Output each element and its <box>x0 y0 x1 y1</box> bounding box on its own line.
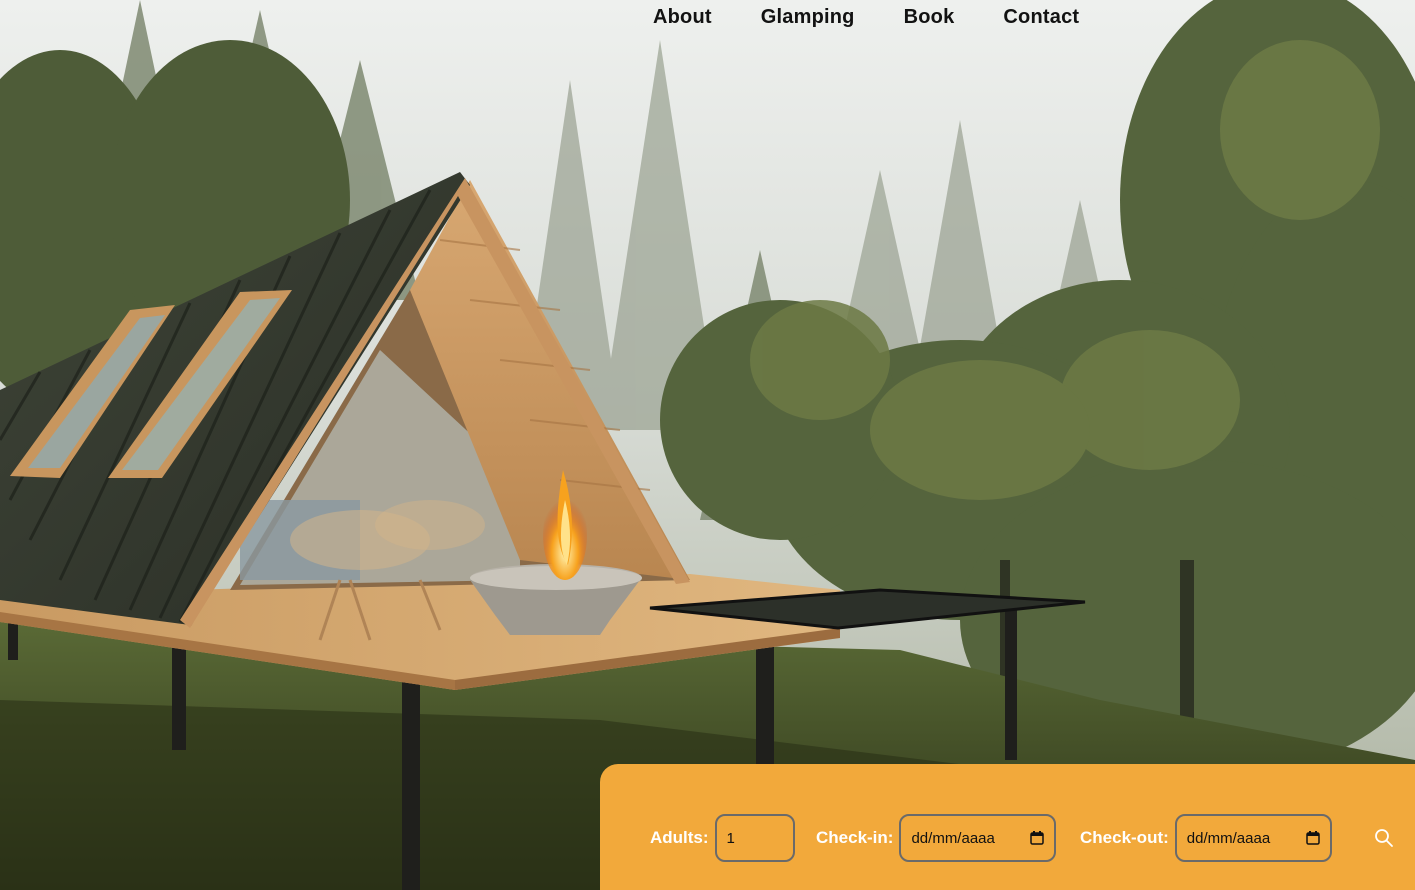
main-nav: About Glamping Book Contact <box>653 4 1079 31</box>
checkout-date-input[interactable]: dd/mm/aaaa <box>1174 814 1332 862</box>
checkin-value: dd/mm/aaaa <box>911 829 995 847</box>
cabin-forest-image <box>0 0 1415 890</box>
checkin-label: Check-in: <box>816 828 894 847</box>
checkout-value: dd/mm/aaaa <box>1186 829 1271 847</box>
adults-label: Adults: <box>650 828 709 847</box>
calendar-icon[interactable] <box>1030 831 1045 845</box>
nav-link-glamping[interactable]: Glamping <box>761 4 855 31</box>
hero-background <box>0 0 1415 890</box>
checkout-label: Check-out: <box>1080 828 1169 847</box>
adults-field-group: Adults: 1 <box>650 814 795 862</box>
nav-link-about[interactable]: About <box>653 4 712 31</box>
calendar-icon[interactable] <box>1306 831 1320 845</box>
adults-value: 1 <box>726 829 735 847</box>
checkin-date-input[interactable]: dd/mm/aaaa <box>899 814 1057 862</box>
checkout-field-group: Check-out: dd/mm/aaaa <box>1080 814 1332 862</box>
nav-link-contact[interactable]: Contact <box>1003 4 1079 31</box>
checkin-field-group: Check-in: dd/mm/aaaa <box>816 814 1057 862</box>
adults-input[interactable]: 1 <box>714 814 795 862</box>
nav-link-book[interactable]: Book <box>904 4 955 31</box>
booking-bar: Adults: 1 Check-in: dd/mm/aaaa Check-out… <box>600 764 1415 890</box>
search-icon[interactable] <box>1374 828 1394 848</box>
